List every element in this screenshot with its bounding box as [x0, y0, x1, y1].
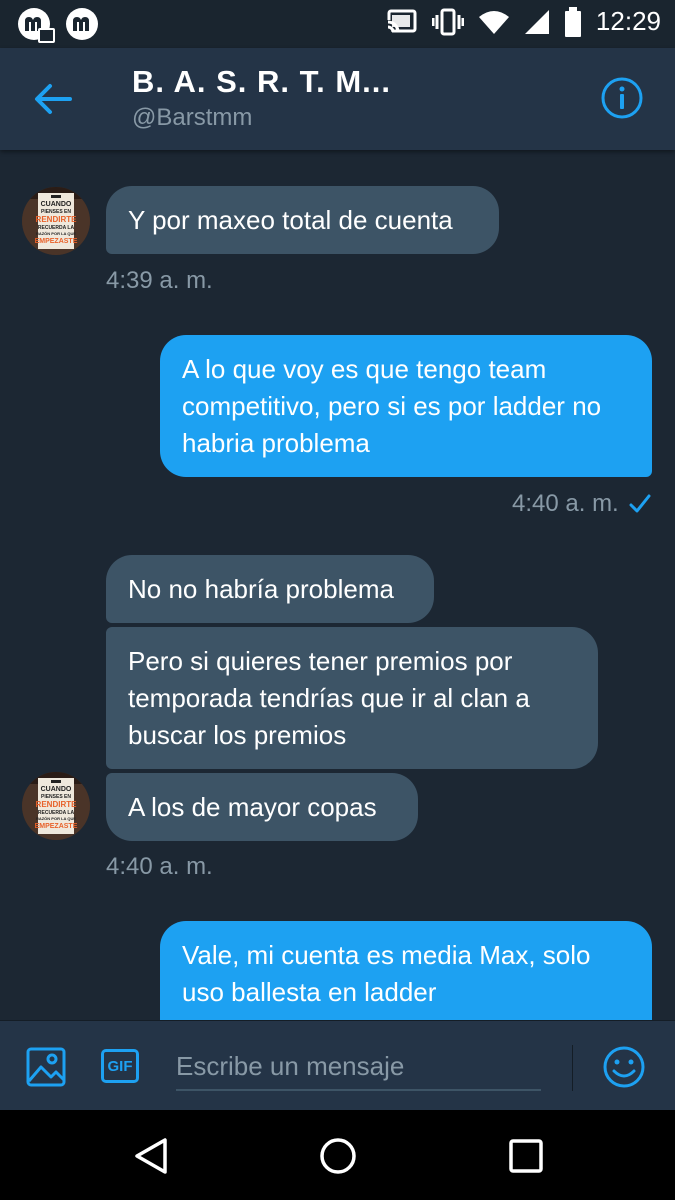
info-icon[interactable] — [600, 76, 644, 120]
messenger-notification-icon — [66, 8, 98, 40]
gif-button[interactable]: GIF — [101, 1049, 139, 1083]
photo-icon[interactable] — [26, 1047, 66, 1087]
conversation-handle: @Barstmm — [132, 104, 253, 131]
message-input[interactable] — [176, 1043, 541, 1091]
android-nav-bar — [0, 1110, 675, 1200]
message-bubble-received[interactable]: Y por maxeo total de cuenta — [106, 186, 499, 254]
message-timestamp: 4:40 a. m. — [512, 490, 619, 517]
avatar-image: CUANDO PIENSES EN RENDIRTE RECUERDA LA R… — [22, 187, 90, 255]
recents-nav-icon[interactable] — [506, 1136, 546, 1176]
message-bubble-received[interactable]: A los de mayor copas — [106, 773, 418, 841]
back-nav-icon[interactable] — [132, 1136, 172, 1176]
cast-icon — [385, 9, 417, 34]
avatar-text: CUANDO — [41, 786, 72, 793]
home-nav-icon[interactable] — [318, 1136, 358, 1176]
conversation-title[interactable]: B. A. S. R. T. M... — [132, 64, 391, 100]
avatar[interactable]: CUANDO PIENSES EN RENDIRTE RECUERDA LA R… — [22, 187, 90, 255]
message-list[interactable]: CUANDO PIENSES EN RENDIRTE RECUERDA LA R… — [0, 150, 675, 1020]
message-timestamp: 4:40 a. m. — [106, 853, 213, 880]
battery-icon — [564, 6, 581, 37]
message-bubble-received[interactable]: Pero si quieres tener premios por tempor… — [106, 627, 598, 769]
avatar-text: RAZÓN POR LA QUE — [36, 231, 76, 236]
message-bubble-received[interactable]: No no habría problema — [106, 555, 434, 623]
avatar-text: EMPEZASTE — [35, 238, 78, 245]
avatar-text: RENDIRTE — [36, 215, 78, 224]
avatar-text: RAZÓN POR LA QUE — [36, 816, 76, 821]
conversation-header: B. A. S. R. T. M... @Barstmm — [0, 48, 675, 150]
vibrate-icon — [431, 8, 464, 35]
avatar-text: CUANDO — [41, 201, 72, 208]
emoji-icon[interactable] — [602, 1045, 646, 1089]
message-timestamp: 4:39 a. m. — [106, 267, 213, 294]
back-arrow-icon[interactable] — [30, 76, 76, 122]
avatar-text: EMPEZASTE — [35, 823, 78, 830]
read-check-icon — [629, 494, 651, 513]
wifi-icon — [478, 10, 509, 34]
composer-divider — [572, 1045, 573, 1091]
dm-screen: 12:29 B. A. S. R. T. M... @Barstmm CUAND… — [0, 0, 675, 1200]
status-time: 12:29 — [595, 6, 661, 36]
message-bubble-sent[interactable]: A lo que voy es que tengo team competiti… — [160, 335, 652, 477]
avatar[interactable]: CUANDO PIENSES EN RENDIRTE RECUERDA LA R… — [22, 772, 90, 840]
signal-icon — [524, 9, 549, 34]
status-bar: 12:29 — [0, 0, 675, 48]
avatar-image: CUANDO PIENSES EN RENDIRTE RECUERDA LA R… — [22, 772, 90, 840]
message-composer: GIF — [0, 1020, 675, 1111]
messenger-notification-icon — [18, 8, 55, 43]
avatar-text: RENDIRTE — [36, 800, 78, 809]
message-bubble-sent[interactable]: Vale, mi cuenta es media Max, solo uso b… — [160, 921, 652, 1020]
